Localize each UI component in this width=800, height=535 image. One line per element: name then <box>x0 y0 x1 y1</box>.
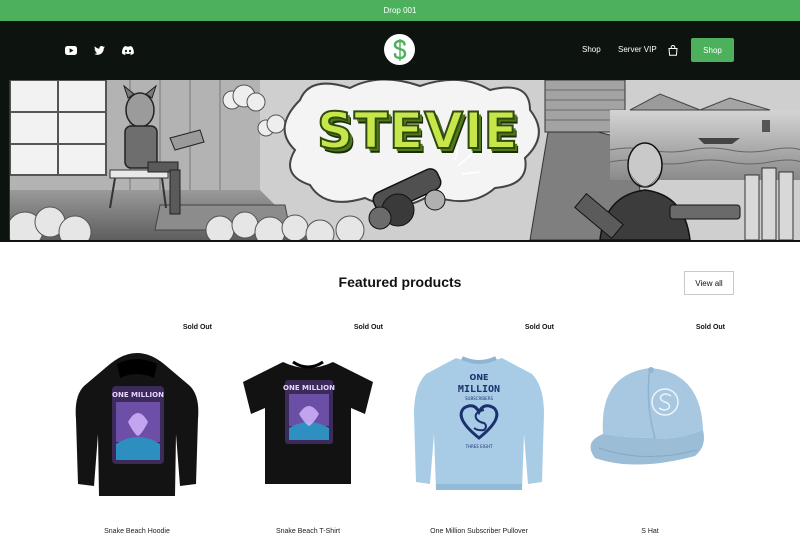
hoodie-image[interactable]: ONE MILLION <box>62 334 212 504</box>
hero-title: STEVIE <box>316 101 519 161</box>
hoodie-graphic-text: ONE MILLION <box>112 391 164 399</box>
product-card[interactable]: Sold Out S Hat <box>575 320 725 535</box>
pullover-image[interactable]: ONE MILLION SUBSCRIBERS THREE EIGHT <box>404 334 554 504</box>
sold-out-badge: Sold Out <box>182 324 212 331</box>
tshirt-graphic-text: ONE MILLION <box>283 384 335 392</box>
cart-icon[interactable] <box>668 43 678 61</box>
pullover-graphic-one: ONE <box>470 373 489 382</box>
nav-shop-link[interactable]: Shop <box>582 45 601 54</box>
twitter-icon[interactable] <box>94 43 105 57</box>
product-name[interactable]: S Hat <box>575 528 725 535</box>
product-card[interactable]: Sold Out ONE MILLION Snake Beach Hoodie <box>62 320 212 535</box>
sold-out-badge: Sold Out <box>524 324 554 331</box>
sold-out-badge: Sold Out <box>353 324 383 331</box>
product-card[interactable]: Sold Out ONE MILLION SUBSCRIBERS THREE E… <box>404 320 554 535</box>
youtube-icon[interactable] <box>65 43 77 57</box>
product-name[interactable]: One Million Subscriber Pullover <box>404 528 554 535</box>
tshirt-image[interactable]: ONE MILLION <box>233 334 383 504</box>
product-card[interactable]: Sold Out ONE MILLION Snake Beach T-Shirt <box>233 320 383 535</box>
featured-title: Featured products <box>338 274 462 290</box>
pullover-graphic-foot: THREE EIGHT <box>465 444 493 449</box>
store-logo[interactable] <box>384 34 415 65</box>
s-logo-icon <box>393 38 406 61</box>
product-name[interactable]: Snake Beach T-Shirt <box>233 528 383 535</box>
discord-icon[interactable] <box>122 43 134 57</box>
pullover-graphic-million: MILLION <box>458 384 500 395</box>
nav-server-vip-link[interactable]: Server VIP <box>618 45 657 54</box>
view-all-button[interactable]: View all <box>684 271 734 295</box>
shop-cta-button[interactable]: Shop <box>691 38 734 62</box>
hero-banner[interactable]: STEVIE <box>9 80 800 240</box>
hat-image[interactable] <box>575 334 725 504</box>
pullover-graphic-subscribers: SUBSCRIBERS <box>465 396 493 401</box>
site-header: Shop Server VIP Shop <box>0 21 800 80</box>
sold-out-badge: Sold Out <box>695 324 725 331</box>
product-name[interactable]: Snake Beach Hoodie <box>62 528 212 535</box>
announcement-bar: Drop 001 <box>0 0 800 21</box>
announcement-text: Drop 001 <box>383 6 417 15</box>
